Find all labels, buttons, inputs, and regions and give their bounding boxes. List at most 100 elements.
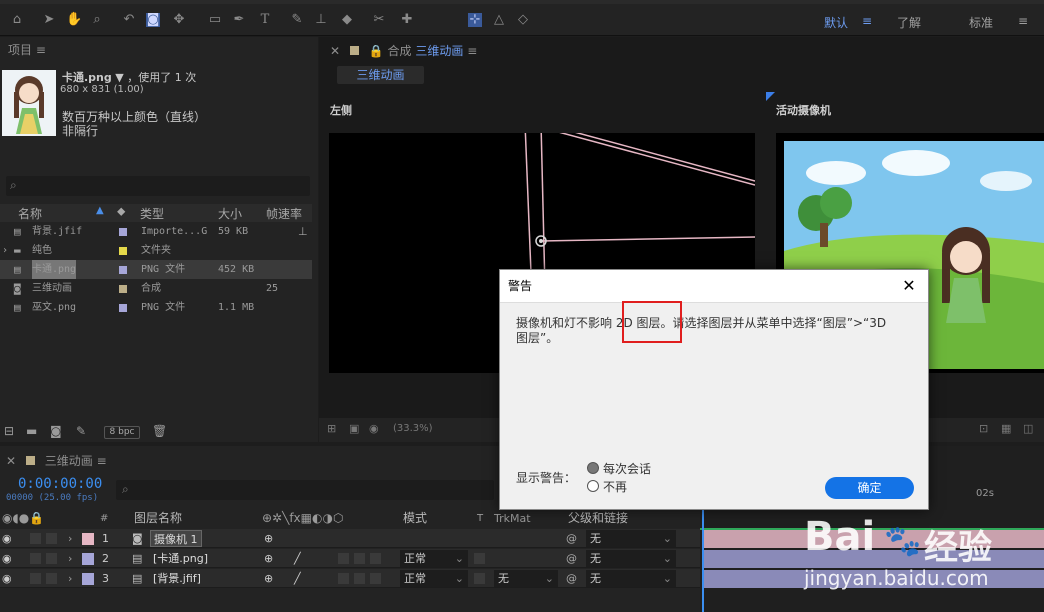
snapshot-icon[interactable]: ▣ (349, 422, 359, 435)
switch-box[interactable] (354, 553, 365, 564)
timeline-tab[interactable]: ✕ 三维动画 ≡ (6, 452, 107, 469)
rectangle-tool-icon[interactable]: ▭ (208, 13, 222, 27)
project-item[interactable]: ▤ 巫文.png PNG 文件 1.1 MB (0, 298, 312, 317)
view-axis-icon[interactable]: ◇ (516, 13, 530, 27)
lock-toggle[interactable] (46, 573, 57, 584)
switch-box[interactable] (338, 573, 349, 584)
chevron-right-icon[interactable]: › (68, 529, 72, 548)
delete-icon[interactable]: 🗑 (152, 424, 167, 438)
mode-dropdown[interactable]: 正常 ⌄ (400, 550, 468, 567)
zoom-level[interactable]: (33.3%) (393, 423, 433, 434)
3d-view-icon[interactable]: ◫ (1023, 422, 1033, 435)
timeline-layer-row[interactable]: ◉ › 1 ◙ 摄像机 1 ⊕ @ 无 ⌄ (0, 529, 700, 548)
timeline-search-input[interactable]: ⌕ (116, 480, 494, 500)
radio-each-session-label[interactable]: 每次会话 (603, 460, 651, 477)
rotate-tool-icon[interactable]: ↶ (122, 13, 136, 27)
layer-label-swatch[interactable] (82, 533, 94, 545)
close-icon[interactable]: ✕ (6, 454, 16, 468)
layer-name[interactable]: [卡通.png] (150, 550, 211, 567)
layer-label-swatch[interactable] (82, 573, 94, 585)
interpret-footage-icon[interactable]: ⊟ (4, 424, 14, 438)
mode-dropdown[interactable]: 正常 ⌄ (400, 570, 468, 587)
column-name[interactable]: 名称 (18, 205, 42, 222)
project-item[interactable]: ▤ 卡通.png PNG 文件 452 KB (0, 260, 312, 279)
chevron-right-icon[interactable]: › (2, 241, 8, 260)
flowchart-icon[interactable]: ✎ (76, 424, 86, 438)
shy-switch-icon[interactable]: ⊕ (264, 569, 273, 588)
label-swatch[interactable] (119, 285, 127, 293)
switch-box[interactable] (338, 553, 349, 564)
camera-tool-icon[interactable]: ◙ (146, 13, 160, 27)
project-item[interactable]: › ▬ 纯色 文件夹 (0, 241, 312, 260)
selection-tool-icon[interactable]: ➤ (42, 13, 56, 27)
label-swatch[interactable] (119, 304, 127, 312)
layer-label-swatch[interactable] (82, 553, 94, 565)
close-icon[interactable]: ✕ (900, 277, 918, 295)
lock-toggle[interactable] (46, 533, 57, 544)
region-icon[interactable]: ⊡ (979, 422, 988, 435)
bit-depth-button[interactable]: 8 bpc (104, 426, 140, 439)
selected-item-dropdown-icon[interactable]: ▼ (115, 71, 123, 84)
column-fps[interactable]: 帧速率 (266, 205, 302, 222)
preserve-transparency-toggle[interactable] (474, 573, 485, 584)
lock-toggle[interactable] (46, 553, 57, 564)
shy-switch-icon[interactable]: ⊕ (264, 529, 273, 548)
pick-whip-icon[interactable]: @ (566, 529, 577, 548)
new-composition-icon[interactable]: ◙ (50, 424, 62, 438)
pin-tool-icon[interactable]: ✚ (400, 13, 414, 27)
lock-icon[interactable]: 🔒 (369, 44, 384, 58)
local-axis-icon[interactable]: ⊹ (468, 13, 482, 27)
timeline-layer-row[interactable]: ◉ › 2 ▤ [卡通.png] ⊕ ╱ 正常 ⌄ @ 无 ⌄ (0, 549, 700, 568)
switch-box[interactable] (370, 573, 381, 584)
switch-box[interactable] (354, 573, 365, 584)
comp-panel-name[interactable]: 三维动画 (415, 44, 463, 58)
world-axis-icon[interactable]: △ (492, 13, 506, 27)
roto-tool-icon[interactable]: ✂ (372, 13, 386, 27)
home-icon[interactable]: ⌂ (10, 13, 24, 27)
quality-switch-icon[interactable]: ╱ (294, 569, 301, 588)
column-mode[interactable]: 模式 (403, 509, 427, 528)
type-tool-icon[interactable]: T (258, 13, 272, 27)
chevron-right-icon[interactable]: › (68, 549, 72, 568)
quality-switch-icon[interactable]: ╱ (294, 549, 301, 568)
timeline-tab-name[interactable]: 三维动画 (45, 454, 93, 468)
pan-tool-icon[interactable]: ✥ (172, 13, 186, 27)
shy-switch-icon[interactable]: ⊕ (264, 549, 273, 568)
new-folder-icon[interactable]: ▬ (26, 424, 37, 438)
project-search-input[interactable]: ⌕ (6, 176, 310, 196)
workspace-learn[interactable]: 了解 (897, 14, 921, 31)
transparency-icon[interactable]: ▦ (1001, 422, 1011, 435)
current-timecode[interactable]: 0:00:00:00 (18, 476, 102, 492)
pick-whip-icon[interactable]: @ (566, 569, 577, 588)
hand-tool-icon[interactable]: ✋ (66, 13, 82, 27)
parent-dropdown[interactable]: 无 ⌄ (586, 570, 676, 587)
workspace-menu-icon[interactable]: ≡ (862, 14, 872, 28)
comp-tab[interactable]: 三维动画 (337, 66, 424, 84)
radio-never-label[interactable]: 不再 (603, 478, 627, 495)
solo-toggle[interactable] (30, 553, 41, 564)
timeline-layer-row[interactable]: ◉ › 3 ▤ [背景.jfif] ⊕ ╱ 正常 ⌄ 无 ⌄ @ 无 ⌄ (0, 569, 700, 588)
workspace-standard[interactable]: 标准 (969, 14, 993, 31)
switch-box[interactable] (370, 553, 381, 564)
stamp-tool-icon[interactable]: ⊥ (314, 13, 328, 27)
radio-never[interactable] (587, 480, 599, 492)
eye-icon[interactable]: ◉ (2, 529, 12, 548)
layer-name[interactable]: 摄像机 1 (150, 530, 202, 547)
eraser-tool-icon[interactable]: ◆ (340, 13, 354, 27)
solo-toggle[interactable] (30, 533, 41, 544)
column-parent[interactable]: 父级和链接 (568, 509, 628, 528)
grid-icon[interactable]: ⊞ (327, 422, 336, 435)
workspace-more-icon[interactable]: ≡ (1018, 14, 1028, 28)
chevron-right-icon[interactable]: › (68, 569, 72, 588)
eye-icon[interactable]: ◉ (2, 549, 12, 568)
pick-whip-icon[interactable]: @ (566, 549, 577, 568)
label-swatch[interactable] (119, 266, 127, 274)
column-size[interactable]: 大小 (218, 205, 242, 222)
column-layer-name[interactable]: 图层名称 (134, 509, 182, 528)
radio-each-session[interactable] (587, 462, 599, 474)
close-icon[interactable]: ✕ (330, 44, 340, 58)
brush-tool-icon[interactable]: ✎ (290, 13, 304, 27)
project-item[interactable]: ◙ 三维动画 合成 25 (0, 279, 312, 298)
mask-icon[interactable]: ◉ (369, 422, 379, 435)
playhead[interactable] (702, 508, 704, 612)
